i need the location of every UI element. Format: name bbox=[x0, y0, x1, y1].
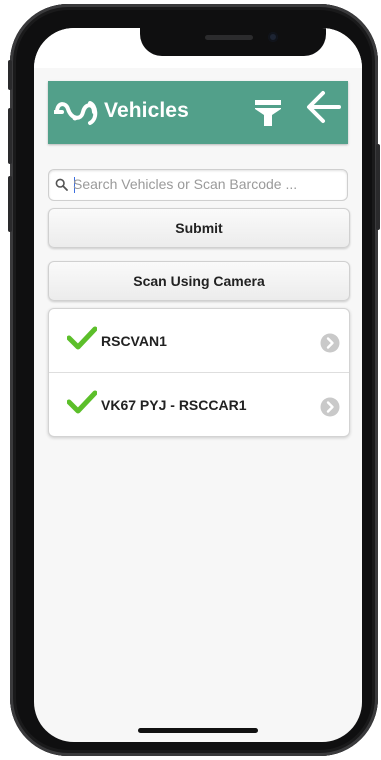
phone-notch bbox=[140, 28, 326, 56]
search-icon bbox=[55, 178, 68, 191]
check-icon bbox=[67, 390, 97, 414]
vehicle-label: RSCVAN1 bbox=[101, 333, 167, 349]
filter-icon[interactable] bbox=[253, 97, 283, 129]
front-camera bbox=[268, 32, 278, 42]
search-bar bbox=[48, 169, 348, 201]
app-header: Vehicles bbox=[48, 81, 348, 144]
scan-camera-button[interactable]: Scan Using Camera bbox=[48, 261, 350, 301]
speaker-grille bbox=[205, 35, 253, 40]
app-screen: Vehicles Submit Scan Using Camera RSCVAN… bbox=[34, 28, 362, 742]
vehicle-label: VK67 PYJ - RSCCAR1 bbox=[101, 397, 247, 413]
vehicle-list: RSCVAN1 VK67 PYJ - RSCCAR1 bbox=[48, 308, 350, 437]
chevron-right-icon[interactable] bbox=[320, 397, 340, 417]
phone-volume-down-button bbox=[8, 176, 12, 232]
search-input[interactable] bbox=[73, 172, 339, 196]
list-item[interactable]: RSCVAN1 bbox=[49, 309, 349, 373]
back-arrow-icon[interactable] bbox=[305, 89, 341, 125]
check-icon bbox=[67, 326, 97, 350]
page-title: Vehicles bbox=[104, 99, 189, 122]
submit-button[interactable]: Submit bbox=[48, 208, 350, 248]
phone-power-button bbox=[376, 144, 380, 230]
list-item[interactable]: VK67 PYJ - RSCCAR1 bbox=[49, 373, 349, 436]
home-indicator[interactable] bbox=[138, 728, 258, 733]
phone-volume-up-button bbox=[8, 108, 12, 164]
phone-side-button bbox=[8, 60, 12, 90]
connector-logo-icon bbox=[54, 101, 98, 125]
chevron-right-icon[interactable] bbox=[320, 333, 340, 353]
